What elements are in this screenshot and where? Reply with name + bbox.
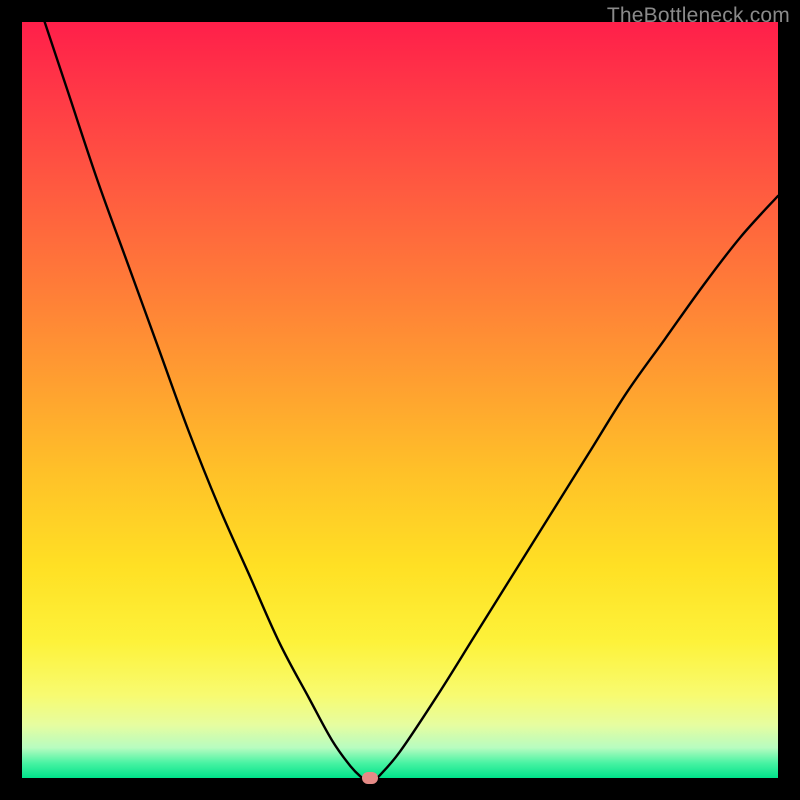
curve-right-branch: [377, 196, 778, 778]
chart-plot-area: [22, 22, 778, 778]
curve-left-branch: [45, 22, 363, 778]
curve-layer: [22, 22, 778, 778]
minimum-marker: [362, 772, 378, 784]
chart-frame: TheBottleneck.com: [0, 0, 800, 800]
